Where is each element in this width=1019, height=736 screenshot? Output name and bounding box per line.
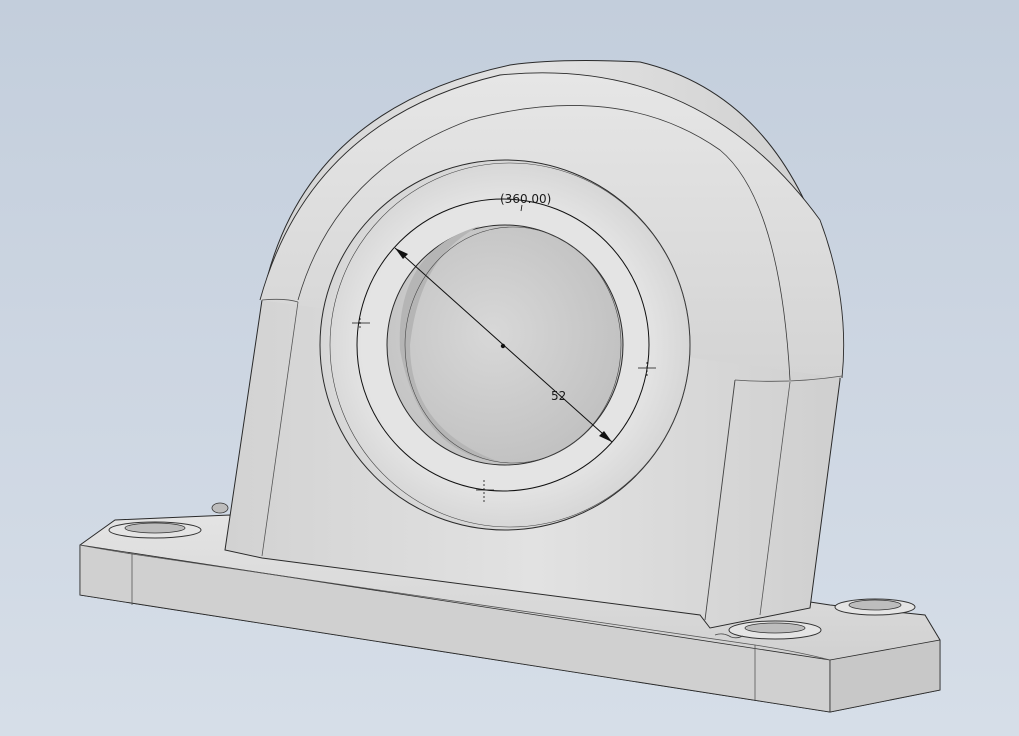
mounting-hole-back[interactable] xyxy=(211,502,229,514)
mounting-hole-left[interactable] xyxy=(108,521,202,539)
mounting-hole-right[interactable] xyxy=(834,598,916,616)
diameter-value-label[interactable]: 52 xyxy=(551,389,566,403)
cad-3d-viewport[interactable]: 52 (360.00) xyxy=(0,0,1019,736)
bore[interactable] xyxy=(386,224,624,466)
model-canvas[interactable]: 52 (360.00) xyxy=(0,0,1019,736)
angle-value-label[interactable]: (360.00) xyxy=(500,192,551,206)
